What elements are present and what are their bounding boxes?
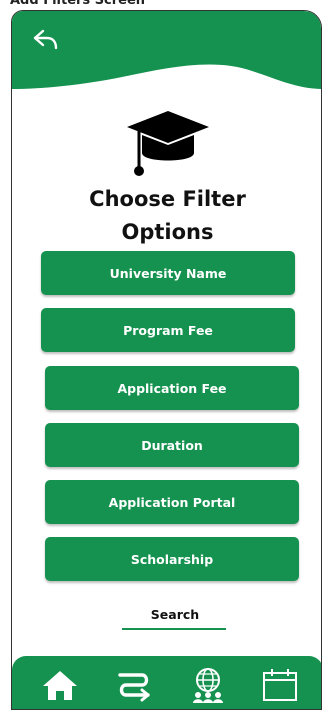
search-button[interactable]: Search	[124, 607, 226, 622]
home-icon[interactable]	[40, 666, 80, 704]
search-underline	[122, 628, 226, 630]
back-arrow-icon[interactable]	[30, 27, 60, 53]
bottom-nav	[12, 656, 321, 709]
filter-heading: Choose Filter Options	[12, 183, 321, 249]
filter-program-fee-button[interactable]: Program Fee	[41, 308, 295, 352]
filter-duration-button[interactable]: Duration	[45, 423, 299, 467]
route-icon[interactable]	[114, 666, 154, 704]
header-wave	[12, 11, 321, 89]
filter-application-portal-button[interactable]: Application Portal	[45, 480, 299, 524]
graduation-cap-icon	[127, 111, 209, 176]
filter-application-fee-button[interactable]: Application Fee	[45, 366, 299, 410]
filter-university-name-button[interactable]: University Name	[41, 251, 295, 295]
globe-people-icon[interactable]	[188, 666, 228, 704]
page-title: Add Filters Screen	[10, 0, 146, 8]
heading-line-1: Choose Filter	[89, 187, 246, 211]
calendar-icon[interactable]	[260, 666, 300, 704]
phone-frame: Choose Filter Options University Name Pr…	[11, 10, 322, 710]
filter-scholarship-button[interactable]: Scholarship	[45, 537, 299, 581]
heading-line-2: Options	[121, 220, 214, 244]
